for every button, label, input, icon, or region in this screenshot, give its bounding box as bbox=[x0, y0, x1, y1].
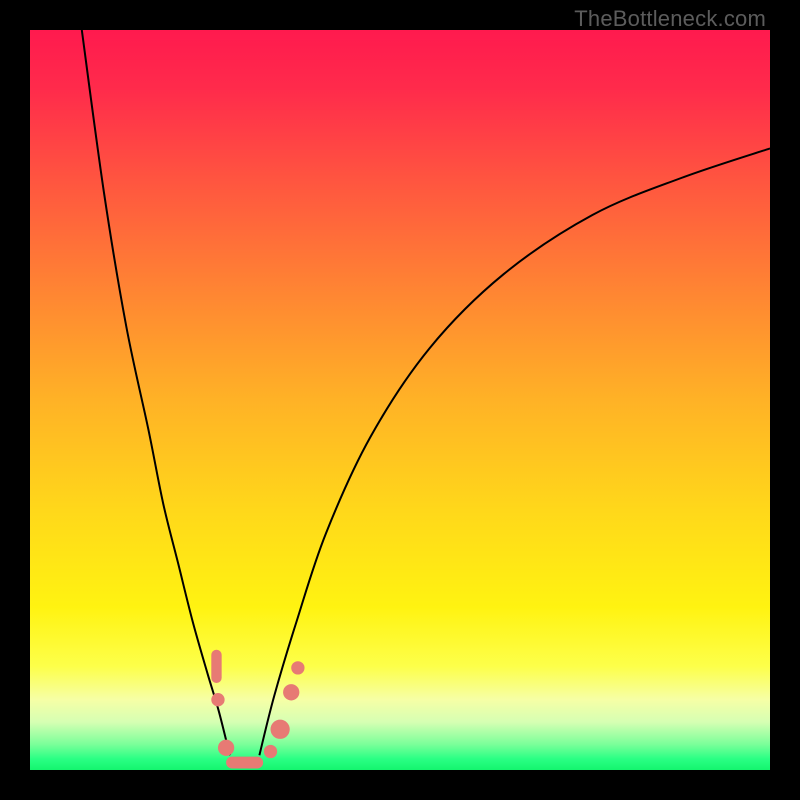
data-marker bbox=[226, 757, 263, 769]
data-marker bbox=[211, 693, 224, 706]
watermark-text: TheBottleneck.com bbox=[574, 6, 766, 32]
plot-frame bbox=[30, 30, 770, 770]
left-curve bbox=[82, 30, 230, 755]
data-marker bbox=[211, 650, 221, 683]
data-marker bbox=[264, 745, 277, 758]
plot-svg bbox=[30, 30, 770, 770]
right-curve bbox=[259, 148, 770, 755]
data-marker bbox=[218, 740, 234, 756]
data-marker bbox=[283, 684, 299, 700]
data-marker bbox=[271, 720, 290, 739]
data-marker bbox=[291, 661, 304, 674]
marker-layer bbox=[211, 650, 304, 769]
